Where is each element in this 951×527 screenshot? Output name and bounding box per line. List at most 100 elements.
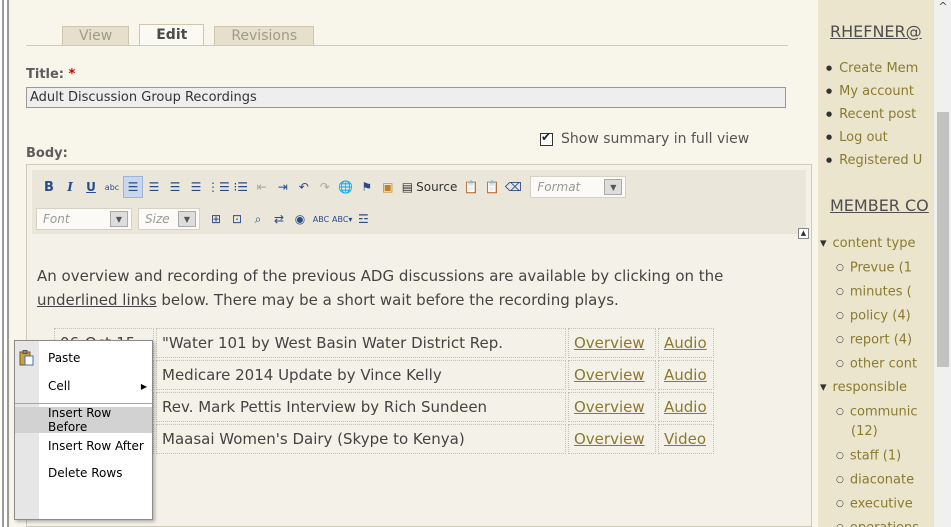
size-placeholder: Size [145, 212, 170, 226]
image-icon[interactable]: ▣ [378, 176, 398, 198]
tree-item-count[interactable]: (12) [818, 424, 919, 444]
align-right-icon[interactable]: ☰ [165, 176, 185, 198]
insert-row-after-label: Insert Row After [48, 439, 144, 453]
scroll-thumb[interactable] [937, 112, 949, 367]
tree-item[interactable]: minutes ( [818, 280, 919, 304]
audio-link[interactable]: Audio [664, 334, 707, 352]
tree-item[interactable]: content type [818, 232, 919, 256]
tree-item[interactable]: responsible [818, 376, 919, 400]
undo-icon[interactable]: ↶ [294, 176, 314, 198]
format-dropdown[interactable]: Format ▼ [530, 176, 627, 198]
tab-edit[interactable]: Edit [139, 24, 205, 46]
context-menu-paste[interactable]: Paste [15, 345, 152, 371]
media-cell[interactable]: Audio [658, 328, 714, 358]
tab-revisions[interactable]: Revisions [214, 26, 315, 46]
numbered-list-icon[interactable]: ⁝☰ [231, 176, 251, 198]
tree-item[interactable]: report (4) [818, 328, 919, 352]
tree-item[interactable]: operations [818, 516, 919, 527]
font-dropdown[interactable]: Font ▼ [36, 208, 132, 230]
overview-link[interactable]: Overview [574, 430, 645, 448]
tree-item[interactable]: policy (4) [818, 304, 919, 328]
title-input[interactable] [26, 87, 786, 108]
summary-option[interactable]: Show summary in full view [540, 130, 749, 147]
underline-button[interactable]: U [81, 176, 101, 198]
context-menu-delete-rows[interactable]: Delete Rows [15, 460, 152, 486]
horizontal-rule-icon[interactable]: ☲ [353, 208, 373, 230]
context-menu-insert-row-before[interactable]: Insert Row Before [15, 406, 152, 434]
collapse-toolbar-icon[interactable]: ▲ [798, 228, 809, 239]
tree-item[interactable]: communic [818, 400, 919, 424]
redo-icon[interactable]: ↷ [315, 176, 335, 198]
tab-view[interactable]: View [62, 26, 130, 46]
overview-cell[interactable]: Overview [568, 328, 656, 358]
user-block-heading[interactable]: RHEFNER@ [830, 22, 922, 41]
align-center-icon[interactable]: ☰ [144, 176, 164, 198]
list-item[interactable]: Recent post [826, 103, 922, 126]
outdent-icon[interactable]: ⇤ [252, 176, 272, 198]
paste-word-icon[interactable]: 📋 [482, 176, 502, 198]
spellcheck-menu-icon[interactable]: ABC▾ [332, 208, 352, 230]
tree-item[interactable]: diaconate [818, 468, 919, 492]
indent-icon[interactable]: ⇥ [273, 176, 293, 198]
media-cell[interactable]: Audio [658, 392, 714, 422]
list-item[interactable]: Registered U [826, 149, 922, 172]
strikethrough-button[interactable]: abc [102, 176, 122, 198]
vertical-scrollbar[interactable]: ^ [933, 0, 951, 527]
topic-cell[interactable]: "Water 101 by West Basin Water District … [156, 328, 566, 358]
spellcheck-icon[interactable]: ABC [311, 208, 331, 230]
eraser-icon[interactable]: ⌫ [503, 176, 523, 198]
context-menu-insert-row-after[interactable]: Insert Row After [15, 433, 152, 459]
overview-link[interactable]: Overview [574, 366, 645, 384]
body-label: Body: [26, 146, 68, 161]
media-cell[interactable]: Audio [658, 360, 714, 390]
overview-link[interactable]: Overview [574, 334, 645, 352]
toolbar-row-2: Font ▼ Size ▼ ⊞ ⊡ ⌕ ⇄ ◉ ABC ABC▾ ☲ [36, 205, 374, 233]
audio-link[interactable]: Audio [664, 398, 707, 416]
link-icon[interactable]: 🌐 [336, 176, 356, 198]
align-justify-icon[interactable]: ☰ [186, 176, 206, 198]
tree-item[interactable]: executive [818, 492, 919, 516]
source-label: Source [416, 180, 458, 194]
source-button[interactable]: ▤ Source [399, 176, 461, 198]
editor-toolbar: B I U abc ☰ ☰ ☰ ☰ ⋮☰ ⁝☰ ⇤ ⇥ ↶ ↷ 🌐 ⚑ ▣ ▤ S… [32, 170, 806, 234]
anchor-flag-icon[interactable]: ⚑ [357, 176, 377, 198]
tree-item[interactable]: other cont [818, 352, 919, 376]
find-icon[interactable]: ⌕ [248, 208, 268, 230]
bulleted-list-icon[interactable]: ⋮☰ [207, 176, 230, 198]
summary-checkbox[interactable] [540, 130, 553, 146]
paste-icon[interactable]: 📋 [461, 176, 481, 198]
member-tree: content type Prevue (1 minutes ( policy … [818, 232, 920, 527]
context-menu-cell[interactable]: Cell ▶ [15, 373, 152, 399]
topic-cell[interactable]: Medicare 2014 Update by Vince Kelly [156, 360, 566, 390]
media-cell[interactable]: Video [658, 424, 714, 454]
video-link[interactable]: Video [664, 430, 706, 448]
align-left-icon[interactable]: ☰ [123, 176, 143, 198]
title-label: Title: * [26, 67, 75, 82]
chevron-down-icon: ▼ [178, 211, 196, 227]
replace-icon[interactable]: ⇄ [269, 208, 289, 230]
italic-button[interactable]: I [60, 176, 80, 198]
select-all-icon[interactable]: ⊡ [227, 208, 247, 230]
list-item[interactable]: My account [826, 80, 922, 103]
audio-link[interactable]: Audio [664, 366, 707, 384]
tab-divider [26, 45, 788, 46]
tree-item[interactable]: Prevue (1 [818, 256, 919, 280]
list-item[interactable]: Create Mem [826, 57, 922, 80]
list-item[interactable]: Log out [826, 126, 922, 149]
member-block-heading[interactable]: MEMBER CO [830, 196, 929, 215]
topic-cell[interactable]: Maasai Women's Dairy (Skype to Kenya) [156, 424, 566, 454]
overview-cell[interactable]: Overview [568, 424, 656, 454]
scroll-up-icon[interactable]: ^ [936, 0, 950, 16]
topic-cell[interactable]: Rev. Mark Pettis Interview by Rich Sunde… [156, 392, 566, 422]
tree-item[interactable]: staff (1) [818, 444, 919, 468]
overview-cell[interactable]: Overview [568, 360, 656, 390]
chevron-down-icon: ▼ [604, 179, 623, 195]
show-blocks-icon[interactable]: ◉ [290, 208, 310, 230]
size-dropdown[interactable]: Size ▼ [138, 208, 200, 230]
table-icon[interactable]: ⊞ [206, 208, 226, 230]
overview-cell[interactable]: Overview [568, 392, 656, 422]
bold-button[interactable]: B [39, 176, 59, 198]
intro-underlined-link[interactable]: underlined links [37, 291, 157, 309]
table-row: 06-Oct-15 "Water 101 by West Basin Water… [54, 328, 714, 358]
overview-link[interactable]: Overview [574, 398, 645, 416]
